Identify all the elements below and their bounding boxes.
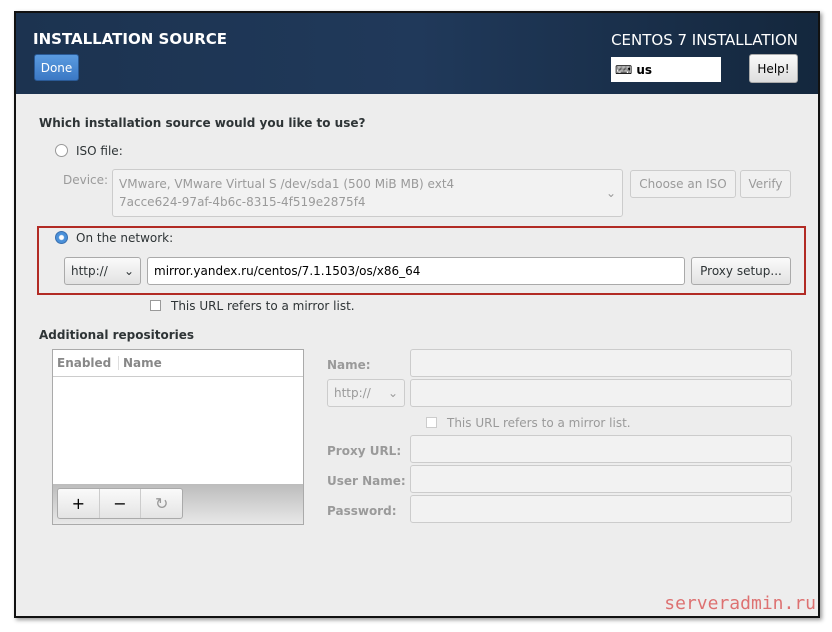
protocol-value: http:// [71,264,108,278]
column-enabled[interactable]: Enabled [53,356,119,370]
add-repo-button[interactable]: + [58,489,100,518]
repo-mirror-list-label: This URL refers to a mirror list. [447,416,631,430]
iso-label: ISO file: [76,144,123,158]
repo-list[interactable]: Enabled Name + − ↻ [52,349,304,525]
keyboard-layout-indicator[interactable]: ⌨ us [611,57,721,82]
done-button[interactable]: Done [34,54,79,81]
user-name-label: User Name: [327,474,406,488]
proxy-url-label: Proxy URL: [327,444,402,458]
verify-button[interactable]: Verify [740,170,791,198]
chevron-down-icon: ⌄ [123,264,134,278]
additional-repos-title: Additional repositories [39,328,195,342]
url-input[interactable]: mirror.yandex.ru/centos/7.1.1503/os/x86_… [147,257,685,285]
password-input[interactable] [410,495,792,523]
repo-name-input[interactable] [410,349,792,377]
choose-iso-button[interactable]: Choose an ISO [630,170,736,198]
column-name[interactable]: Name [119,356,162,370]
repo-protocol-value: http:// [334,386,371,400]
mirror-list-checkbox[interactable] [150,300,161,311]
network-label: On the network: [76,231,174,245]
keyboard-layout: us [636,62,653,77]
product-title: CENTOS 7 INSTALLATION [611,31,798,49]
repo-name-label: Name: [327,358,371,372]
repo-protocol-select[interactable]: http:// ⌄ [327,379,405,407]
device-select[interactable]: VMware, VMware Virtual S /dev/sda1 (500 … [112,169,623,217]
keyboard-icon: ⌨ [615,62,633,77]
user-name-input[interactable] [410,465,792,493]
help-button[interactable]: Help! [749,54,798,83]
repo-mirror-list-checkbox[interactable] [426,417,437,428]
remove-repo-button[interactable]: − [100,489,142,518]
chevron-down-icon: ⌄ [605,186,616,200]
source-question: Which installation source would you like… [39,116,366,130]
device-label: Device: [63,173,109,187]
header-bar: INSTALLATION SOURCE Done CENTOS 7 INSTAL… [16,13,818,94]
repo-url-input[interactable] [410,379,792,407]
device-line-1: VMware, VMware Virtual S /dev/sda1 (500 … [119,177,455,191]
protocol-select[interactable]: http:// ⌄ [64,257,141,285]
iso-radio[interactable] [55,144,68,157]
proxy-url-input[interactable] [410,435,792,463]
watermark: serveradmin.ru [664,593,816,614]
mirror-list-label: This URL refers to a mirror list. [171,299,355,313]
refresh-icon[interactable]: ↻ [141,489,182,518]
password-label: Password: [327,504,397,518]
device-line-2: 7acce624-97af-4b6c-8315-4f519e2875f4 [119,195,366,209]
installer-window: INSTALLATION SOURCE Done CENTOS 7 INSTAL… [14,11,820,618]
page-title: INSTALLATION SOURCE [33,30,228,48]
network-radio[interactable] [55,231,68,244]
proxy-setup-button[interactable]: Proxy setup... [691,257,791,285]
chevron-down-icon: ⌄ [387,386,398,400]
